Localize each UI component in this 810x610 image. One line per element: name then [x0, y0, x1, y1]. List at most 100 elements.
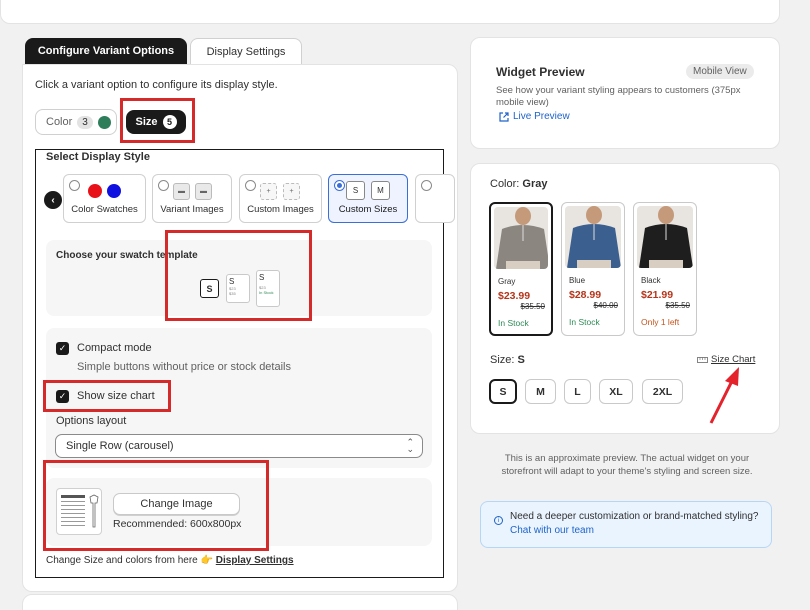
product-old-price: $35.50 — [665, 301, 690, 310]
size-button-m[interactable]: M — [525, 379, 556, 404]
product-stock: Only 1 left — [641, 317, 680, 327]
template-size: S — [229, 277, 235, 286]
live-preview-label: Live Preview — [513, 111, 570, 122]
product-card-gray[interactable]: Gray $23.99 $35.50 In Stock — [489, 202, 553, 336]
size-chart-link[interactable]: Size Chart — [697, 354, 755, 365]
help-text: Need a deeper customization or brand-mat… — [510, 510, 760, 538]
product-name: Blue — [569, 276, 586, 285]
carousel-prev-button[interactable]: ‹ — [44, 191, 62, 209]
size-button-l[interactable]: L — [564, 379, 591, 404]
count-badge: 5 — [162, 115, 177, 129]
widget-preview-description: See how your variant styling appears to … — [496, 85, 741, 108]
display-settings-link[interactable]: Display Settings — [216, 555, 294, 566]
approximate-preview-note: This is an approximate preview. The actu… — [501, 453, 753, 477]
change-image-button[interactable]: Change Image — [113, 493, 240, 515]
style-card-color-swatches[interactable]: Color Swatches — [63, 174, 146, 223]
radio-button[interactable] — [421, 180, 432, 191]
chat-with-team-link[interactable]: Chat with our team — [510, 525, 594, 536]
style-card-label: Variant Images — [160, 204, 224, 215]
show-size-chart-label: Show size chart — [77, 390, 155, 402]
compact-mode-label: Compact mode — [77, 342, 152, 354]
product-card-black[interactable]: Black $21.99 $35.50 Only 1 left — [633, 202, 697, 336]
footer-note: Change Size and colors from here 👉 Displ… — [46, 555, 294, 566]
size-preview-s: S — [346, 181, 365, 200]
style-card-variant-images[interactable]: ▬ ▬ Variant Images — [152, 174, 232, 223]
template-option-price[interactable]: S $23 $35 — [226, 274, 250, 303]
widget-preview-title: Widget Preview — [496, 65, 585, 79]
select-display-style-title: Select Display Style — [46, 151, 150, 163]
size-button-2xl[interactable]: 2XL — [642, 379, 683, 404]
style-card-custom-sizes[interactable]: S M Custom Sizes — [328, 174, 408, 223]
product-name: Gray — [498, 277, 516, 286]
count-badge: 3 — [77, 115, 93, 129]
product-card-blue[interactable]: Blue $28.99 $40.00 In Stock — [561, 202, 625, 336]
color-label: Color: Gray — [490, 178, 547, 190]
style-card-label: Color Swatches — [71, 204, 138, 215]
style-card-label: Custom Images — [247, 204, 314, 215]
top-card — [0, 0, 780, 24]
shirt-image-icon — [565, 206, 621, 268]
options-layout-select[interactable]: Single Row (carousel) ⌃ ⌄ — [55, 434, 423, 458]
footer-text: Change Size and colors from here 👉 — [46, 555, 213, 566]
radio-button[interactable] — [334, 180, 345, 191]
color-dot-icon — [97, 115, 111, 129]
help-message: Need a deeper customization or brand-mat… — [510, 511, 759, 522]
color-label-text: Color: — [490, 178, 520, 190]
tab-display-settings[interactable]: Display Settings — [190, 38, 302, 64]
options-layout-value: Single Row (carousel) — [66, 440, 174, 452]
style-card-custom-images[interactable]: + + Custom Images — [239, 174, 322, 223]
compact-mode-checkbox[interactable]: ✓ — [56, 342, 69, 355]
external-link-icon — [499, 111, 509, 122]
recommended-size-text: Recommended: 600x800px — [113, 518, 242, 530]
product-stock: In Stock — [498, 318, 529, 328]
check-icon: ✓ — [58, 391, 67, 401]
size-chart-image-icon — [61, 494, 99, 528]
template-option-stock[interactable]: S $23 In Stock — [256, 270, 280, 307]
size-label: Size: S — [490, 354, 525, 366]
swatch-template-title: Choose your swatch template — [56, 250, 198, 261]
size-chart-thumbnail — [56, 488, 102, 535]
product-name: Black — [641, 276, 661, 285]
product-photo — [637, 206, 693, 268]
product-stock: In Stock — [569, 317, 600, 327]
color-value: Gray — [522, 178, 548, 190]
style-card-partial[interactable] — [415, 174, 455, 223]
product-old-price: $35.50 — [520, 302, 545, 311]
variant-option-size-button[interactable]: Size 5 — [126, 110, 186, 134]
info-icon: i — [494, 516, 503, 525]
plus-icon: + — [283, 183, 300, 200]
blue-swatch-icon — [107, 184, 121, 198]
image-thumb-icon: ▬ — [195, 183, 212, 200]
template-option-simple[interactable]: S — [200, 279, 219, 298]
chevron-left-icon: ‹ — [51, 194, 55, 206]
shirt-image-icon — [494, 207, 548, 269]
tab-configure-variant-options[interactable]: Configure Variant Options — [25, 38, 187, 64]
template-old-price: $35 — [229, 291, 236, 296]
template-stock: In Stock — [259, 290, 274, 295]
product-photo — [565, 206, 621, 268]
radio-button[interactable] — [245, 180, 256, 191]
product-price: $23.99 — [498, 290, 531, 302]
mobile-view-badge: Mobile View — [686, 64, 754, 79]
red-swatch-icon — [88, 184, 102, 198]
product-price: $21.99 — [641, 289, 674, 301]
style-card-label: Custom Sizes — [338, 204, 398, 215]
variant-option-color-button[interactable]: Color 3 — [35, 109, 117, 135]
shirt-image-icon — [637, 206, 693, 268]
size-button-xl[interactable]: XL — [599, 379, 633, 404]
red-arrow-annotation-icon — [709, 367, 739, 424]
image-thumb-icon: ▬ — [173, 183, 190, 200]
compact-mode-help: Simple buttons without price or stock de… — [77, 361, 291, 373]
size-button-s[interactable]: S — [489, 379, 517, 404]
show-size-chart-checkbox[interactable]: ✓ — [56, 390, 69, 403]
radio-button[interactable] — [69, 180, 80, 191]
bottom-card — [22, 594, 458, 610]
check-icon: ✓ — [58, 343, 67, 353]
size-value: S — [517, 354, 525, 366]
chevron-up-down-icon: ⌃ ⌄ — [406, 437, 414, 454]
live-preview-link[interactable]: Live Preview — [499, 111, 570, 122]
size-label-text: Size: — [490, 354, 515, 366]
product-photo — [494, 207, 548, 269]
radio-button[interactable] — [158, 180, 169, 191]
product-price: $28.99 — [569, 289, 602, 301]
